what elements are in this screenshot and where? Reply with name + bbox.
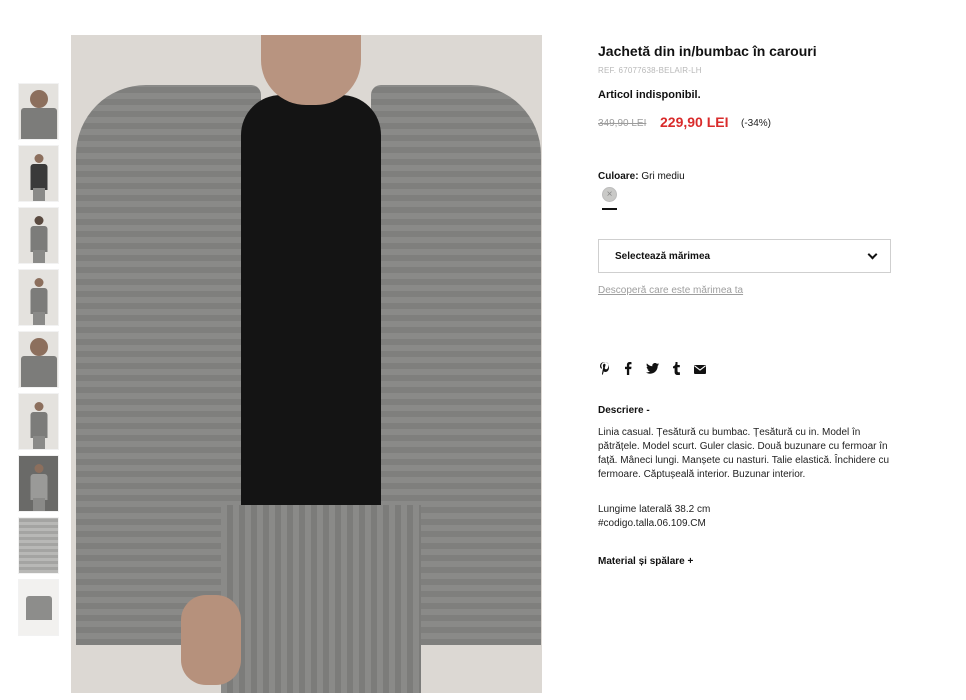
thumbnail-5[interactable]: [18, 331, 59, 388]
twitter-icon[interactable]: [646, 363, 659, 378]
description-text: Linia casual. Țesătură cu bumbac. Țesătu…: [598, 427, 890, 480]
color-swatch-gri-mediu[interactable]: ×: [602, 187, 617, 202]
thumbnail-3[interactable]: [18, 207, 59, 264]
thumbnail-7[interactable]: [18, 455, 59, 512]
product-title: Jachetă din in/bumbac în carouri: [598, 43, 817, 59]
material-care-toggle[interactable]: Material și spălare +: [598, 556, 693, 567]
chevron-down-icon: [867, 249, 878, 259]
thumbnail-6[interactable]: [18, 393, 59, 450]
pinterest-icon[interactable]: [598, 362, 610, 379]
size-select-label: Selectează mărimea: [615, 250, 711, 262]
selected-swatch-indicator: [602, 208, 617, 210]
size-code: #codigo.talla.06.109.CM: [598, 518, 706, 529]
tshirt: [241, 95, 381, 535]
sale-price: 229,90 LEI: [660, 114, 729, 130]
product-reference: REF. 67077638-BELAIR-LH: [598, 66, 702, 75]
model-hand: [181, 595, 241, 685]
color-label: Culoare:: [598, 171, 639, 182]
thumbnail-4[interactable]: [18, 269, 59, 326]
tumblr-icon[interactable]: [670, 362, 682, 379]
color-label-row: Culoare: Gri mediu: [598, 171, 685, 182]
trousers: [221, 505, 421, 693]
thumbnail-8[interactable]: [18, 517, 59, 574]
main-product-image[interactable]: [71, 35, 542, 693]
thumbnail-gallery: [18, 83, 60, 641]
color-value: Gri mediu: [641, 171, 685, 182]
thumbnail-2[interactable]: [18, 145, 59, 202]
mail-icon[interactable]: [694, 363, 706, 378]
description-toggle[interactable]: Descriere -: [598, 405, 650, 416]
facebook-icon[interactable]: [622, 362, 634, 379]
discount-badge: (-34%): [741, 118, 772, 129]
old-price: 349,90 LEI: [598, 118, 647, 129]
size-guide-link[interactable]: Descoperă care este mărimea ta: [598, 285, 743, 296]
size-select[interactable]: Selectează mărimea: [598, 239, 891, 273]
thumbnail-1[interactable]: [18, 83, 59, 140]
description-extra: Lungime laterală 38.2 cm #codigo.talla.0…: [598, 503, 890, 531]
availability-status: Articol indisponibil.: [598, 89, 701, 101]
unavailable-x-icon: ×: [606, 189, 613, 200]
side-length: Lungime laterală 38.2 cm: [598, 504, 711, 515]
thumbnail-9[interactable]: [18, 579, 59, 636]
social-share-bar: [598, 362, 706, 379]
